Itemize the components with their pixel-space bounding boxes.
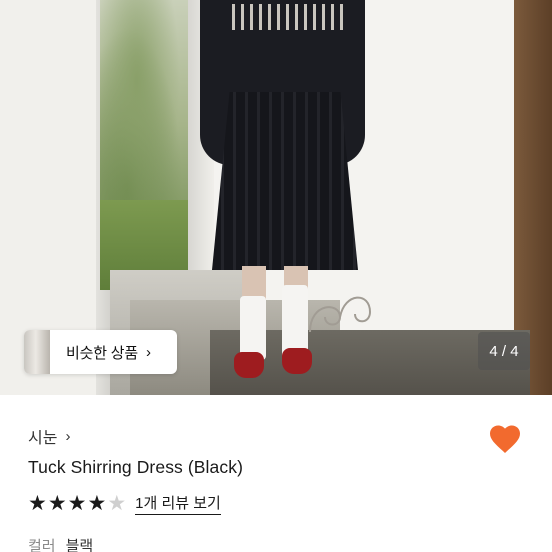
shop-name: 시눈 xyxy=(28,430,58,447)
rating-row: ★ ★ ★ ★ ★ 1개 리뷰 보기 xyxy=(28,492,221,515)
model-skirt xyxy=(212,92,358,270)
model-sock xyxy=(240,296,266,360)
star-icon: ★ xyxy=(67,491,87,515)
color-option: 컬러 블랙 xyxy=(28,535,93,552)
product-photo[interactable]: 비슷한 상품 › 4 / 4 xyxy=(0,0,552,395)
similar-products-button[interactable]: 비슷한 상품 › xyxy=(24,330,177,374)
color-option-value: 블랙 xyxy=(65,538,94,552)
chevron-right-icon: › xyxy=(145,343,151,361)
model-knit-pattern xyxy=(226,4,344,30)
shop-link[interactable]: 시눈 › xyxy=(28,424,70,448)
product-title: Tuck Shirring Dress (Black) xyxy=(28,457,244,477)
similar-products-label: 비슷한 상품 xyxy=(66,344,138,362)
model-shoe xyxy=(282,348,312,374)
star-rating: ★ ★ ★ ★ ★ xyxy=(28,491,127,515)
star-icon: ★ xyxy=(107,491,127,515)
image-page-counter: 4 / 4 xyxy=(478,332,530,370)
star-icon: ★ xyxy=(47,491,67,515)
star-icon: ★ xyxy=(28,491,47,515)
star-icon: ★ xyxy=(87,491,107,515)
chevron-right-icon: › xyxy=(65,427,71,445)
similar-products-thumbnail xyxy=(24,330,50,374)
color-option-label: 컬러 xyxy=(28,538,56,552)
heart-icon[interactable] xyxy=(487,421,523,457)
view-reviews-link[interactable]: 1개 리뷰 보기 xyxy=(135,492,221,515)
model-shoe xyxy=(234,352,264,378)
iron-scroll-decoration xyxy=(309,296,372,333)
